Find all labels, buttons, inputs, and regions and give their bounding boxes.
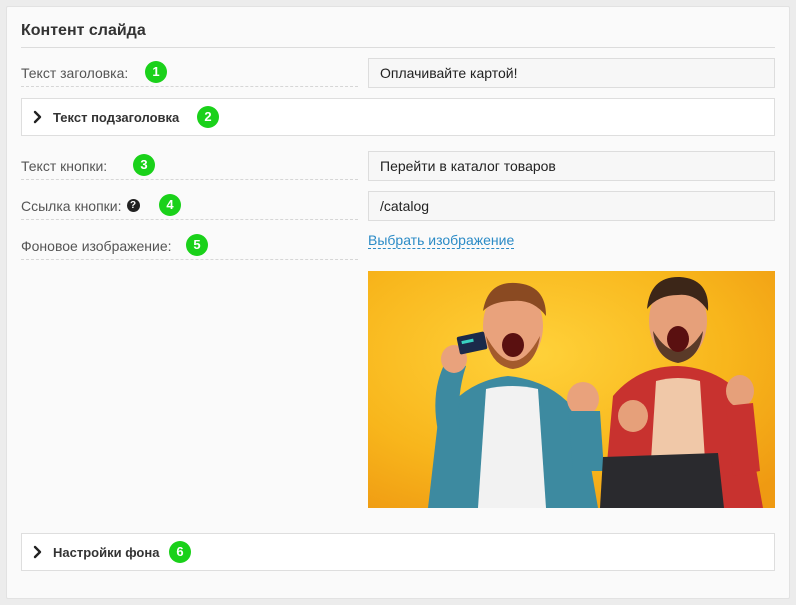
question-circle-icon[interactable]: ? [126,198,140,212]
annotation-badge-2: 2 [197,106,219,128]
background-settings-toggle-label: Настройки фона [53,544,160,560]
heading-text-input[interactable] [368,58,775,88]
subheading-toggle[interactable]: Текст подзаголовка [21,98,775,136]
chevron-right-icon [33,545,42,559]
button-link-input[interactable] [368,191,775,221]
button-link-label-row: Ссылка кнопки: ? [21,192,358,220]
button-text-label: Текст кнопки: [21,157,108,174]
background-photo [368,271,775,508]
annotation-badge-3: 3 [133,154,155,176]
heading-text-label: Текст заголовка: [21,64,129,81]
background-image-preview [368,271,775,508]
background-settings-toggle[interactable]: Настройки фона [21,533,775,571]
annotation-badge-5: 5 [186,234,208,256]
heading-text-label-row: Текст заголовка: [21,59,358,87]
button-text-input[interactable] [368,151,775,181]
button-link-label: Ссылка кнопки: [21,197,122,214]
select-image-link[interactable]: Выбрать изображение [368,232,515,249]
background-image-label: Фоновое изображение: [21,237,172,254]
section-divider [21,47,775,48]
annotation-badge-6: 6 [169,541,191,563]
annotation-badge-4: 4 [159,194,181,216]
subheading-toggle-label: Текст подзаголовка [53,109,180,125]
chevron-right-icon [33,110,42,124]
button-text-label-row: Текст кнопки: [21,152,358,180]
annotation-badge-1: 1 [145,61,167,83]
section-title: Контент слайда [21,22,146,39]
